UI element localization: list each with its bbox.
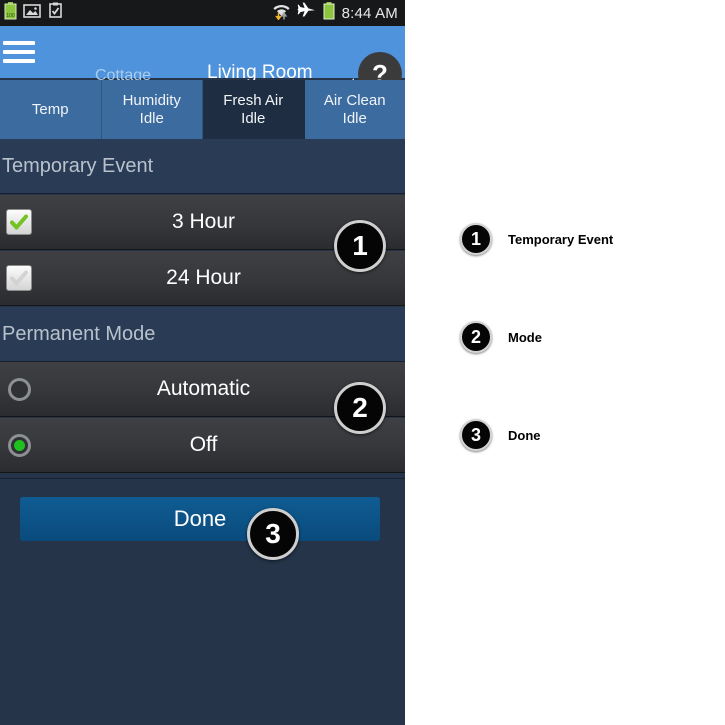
section-title: Temporary Event <box>2 154 154 177</box>
tab-fresh-air[interactable]: Fresh Air Idle <box>203 80 305 139</box>
legend-item-2: 2 Mode <box>460 288 715 386</box>
radio-selected-dot <box>13 439 25 451</box>
legend-label-2: Mode <box>508 329 542 345</box>
legend-badge-3: 3 <box>460 419 492 451</box>
checkbox-3-hour[interactable] <box>0 209 38 235</box>
option-label: Off <box>189 433 218 456</box>
legend-item-1: 1 Temporary Event <box>460 190 715 288</box>
section-title: Permanent Mode <box>2 322 156 345</box>
hamburger-menu-icon[interactable] <box>3 39 35 65</box>
legend-item-3: 3 Done <box>460 386 715 484</box>
tab-bar: Temp Humidity Idle Fresh Air Idle Air Cl… <box>0 80 405 139</box>
checkbox-24-hour[interactable] <box>0 265 38 291</box>
option-label: 24 Hour <box>166 266 241 289</box>
checkbox-box <box>6 265 32 291</box>
phone-screenshot-panel: 100 8:44 AM Cottage Living Room ? Temp H… <box>0 0 405 725</box>
check-icon <box>10 214 28 230</box>
hamburger-line <box>3 41 35 45</box>
status-bar-left-icons: 100 <box>4 1 64 25</box>
tab-label: Air Clean <box>323 91 386 109</box>
radio-automatic[interactable] <box>0 377 38 401</box>
tab-air-clean[interactable]: Air Clean Idle <box>304 80 405 139</box>
hamburger-line <box>3 50 35 54</box>
legend-label-1: Temporary Event <box>508 231 614 247</box>
callout-marker-3: 3 <box>247 508 299 560</box>
callout-marker-2: 2 <box>334 382 386 434</box>
tab-status: Idle <box>342 109 367 127</box>
status-bar: 100 8:44 AM <box>0 0 405 26</box>
tab-status: Idle <box>241 109 266 127</box>
radio-ring <box>7 377 31 401</box>
section-header-permanent-mode: Permanent Mode <box>0 307 405 362</box>
battery-icon <box>323 1 335 25</box>
picture-icon <box>23 3 41 24</box>
section-header-temporary-event: Temporary Event <box>0 139 405 194</box>
callout-marker-1: 1 <box>334 220 386 272</box>
checkbox-box <box>6 209 32 235</box>
app-header-bar: Cottage Living Room ? <box>0 26 405 96</box>
tab-status: Idle <box>139 109 164 127</box>
tab-label: Humidity <box>122 91 181 109</box>
done-button[interactable]: Done <box>20 497 380 541</box>
clipboard-check-icon <box>47 2 64 24</box>
callout-legend: 1 Temporary Event 2 Mode 3 Done <box>460 190 715 484</box>
tab-label: Temp <box>31 100 69 118</box>
wifi-transfer-icon <box>272 1 290 25</box>
status-bar-right-icons: 8:44 AM <box>272 1 401 25</box>
tab-temp[interactable]: Temp <box>0 80 102 139</box>
option-label: 3 Hour <box>171 210 236 233</box>
tab-humidity[interactable]: Humidity Idle <box>101 80 203 139</box>
battery-icon: 100 <box>4 1 17 25</box>
tab-label: Fresh Air <box>223 91 284 109</box>
status-bar-clock: 8:44 AM <box>341 4 398 22</box>
radio-ring <box>7 433 31 457</box>
hamburger-line <box>3 59 35 63</box>
legend-badge-1: 1 <box>460 223 492 255</box>
option-label: Automatic <box>156 377 251 400</box>
radio-off[interactable] <box>0 433 38 457</box>
check-icon <box>10 270 28 286</box>
legend-label-3: Done <box>508 427 541 443</box>
legend-badge-2: 2 <box>460 321 492 353</box>
svg-text:100: 100 <box>6 13 15 19</box>
airplane-mode-icon <box>297 2 316 24</box>
